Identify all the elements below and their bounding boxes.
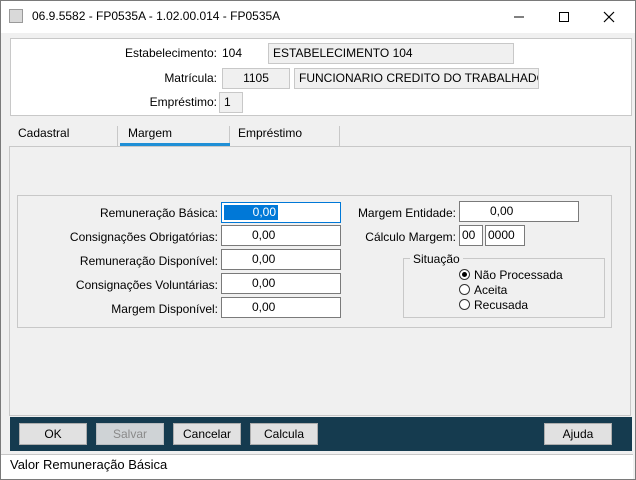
matricula-code-field: 1105 <box>222 68 290 89</box>
ok-button[interactable]: OK <box>19 423 87 445</box>
ajuda-button[interactable]: Ajuda <box>544 423 612 445</box>
calculo-margem-year-input[interactable]: 0000 <box>485 225 525 246</box>
matricula-name-field: FUNCIONARIO CREDITO DO TRABALHADOR <box>294 68 539 89</box>
consignacoes-voluntarias-input[interactable]: 0,00 <box>221 273 341 294</box>
minimize-icon <box>514 16 524 17</box>
radio-recusada[interactable]: Recusada <box>459 298 599 312</box>
minimize-button[interactable] <box>496 1 542 32</box>
remuneracao-disponivel-input[interactable]: 0,00 <box>221 249 341 270</box>
emprestimo-label: Empréstimo: <box>149 95 217 109</box>
consignacoes-obrigatorias-label: Consignações Obrigatórias: <box>69 230 218 244</box>
radio-unselected-icon <box>459 299 470 310</box>
salvar-button[interactable]: Salvar <box>96 423 164 445</box>
status-text: Valor Remuneração Básica <box>10 457 168 472</box>
maximize-icon <box>559 11 569 22</box>
maximize-button[interactable] <box>541 1 587 32</box>
remuneracao-disponivel-label: Remuneração Disponível: <box>79 254 218 268</box>
calculo-margem-month-input[interactable]: 00 <box>459 225 483 246</box>
estabelecimento-name-field: ESTABELECIMENTO 104 <box>268 43 514 64</box>
matricula-label: Matrícula: <box>164 71 217 85</box>
window-title: 06.9.5582 - FP0535A - 1.02.00.014 - FP05… <box>32 9 281 23</box>
remuneracao-basica-label: Remuneração Básica: <box>99 206 218 220</box>
estabelecimento-label: Estabelecimento: <box>124 46 217 60</box>
radio-selected-icon <box>459 269 470 280</box>
cancelar-button[interactable]: Cancelar <box>173 423 241 445</box>
radio-nao-processada[interactable]: Não Processada <box>459 268 599 282</box>
emprestimo-field: 1 <box>219 92 243 113</box>
tab-emprestimo[interactable]: Empréstimo <box>238 126 302 146</box>
radio-aceita[interactable]: Aceita <box>459 283 599 297</box>
radio-unselected-icon <box>459 284 470 295</box>
tab-cadastral[interactable]: Cadastral <box>18 126 69 146</box>
radio-recusada-label: Recusada <box>474 298 529 312</box>
margem-entidade-input[interactable]: 0,00 <box>459 201 579 222</box>
calculo-margem-label: Cálculo Margem: <box>365 230 456 244</box>
close-icon <box>603 11 615 22</box>
margem-disponivel-input[interactable]: 0,00 <box>221 297 341 318</box>
app-icon <box>9 9 23 23</box>
radio-aceita-label: Aceita <box>474 283 508 297</box>
margem-disponivel-label: Margem Disponível: <box>111 302 218 316</box>
tab-separator <box>339 126 340 146</box>
calcula-button[interactable]: Calcula <box>250 423 318 445</box>
situacao-label: Situação <box>410 252 463 266</box>
consignacoes-voluntarias-label: Consignações Voluntárias: <box>75 278 218 292</box>
tab-separator <box>117 126 118 146</box>
radio-nao-processada-label: Não Processada <box>474 268 563 282</box>
margem-entidade-label: Margem Entidade: <box>357 206 456 220</box>
estabelecimento-code: 104 <box>222 46 243 60</box>
close-button[interactable] <box>586 1 632 32</box>
